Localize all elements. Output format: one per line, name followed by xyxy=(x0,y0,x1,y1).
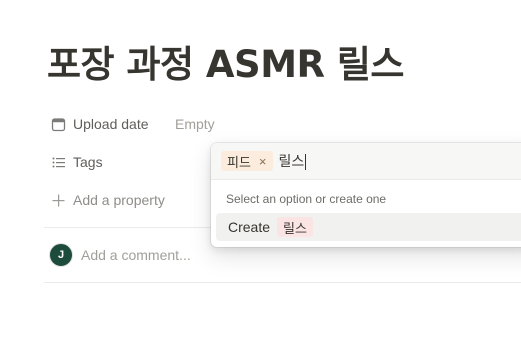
tag-chip-label: 피드 xyxy=(227,154,251,170)
upload-date-value[interactable]: Empty xyxy=(175,116,215,132)
avatar: J xyxy=(49,243,73,267)
tags-search-value: 릴스 xyxy=(278,153,305,169)
tags-search-input[interactable]: 릴스 xyxy=(279,151,307,171)
calendar-icon xyxy=(50,116,66,132)
tags-input-area[interactable]: 피드 × 릴스 xyxy=(211,143,521,180)
add-property-label: Add a property xyxy=(73,192,165,208)
comment-row: J Add a comment... xyxy=(49,243,191,267)
tag-chip-feed: 피드 × xyxy=(221,151,273,171)
create-option[interactable]: Create 릴스 xyxy=(216,213,521,241)
dropdown-hint: Select an option or create one xyxy=(226,192,387,206)
plus-icon xyxy=(50,192,66,208)
property-label-tags[interactable]: Tags xyxy=(44,147,109,177)
text-caret xyxy=(305,154,307,171)
add-property-button[interactable]: Add a property xyxy=(44,185,171,215)
list-icon xyxy=(50,154,66,170)
add-property-row: Add a property xyxy=(44,185,171,215)
page-title[interactable]: 포장 과정 ASMR 릴스 xyxy=(47,34,404,88)
property-label-upload-date[interactable]: Upload date xyxy=(44,109,155,139)
divider xyxy=(44,282,521,283)
property-label-text: Upload date xyxy=(73,116,149,132)
property-tags: Tags xyxy=(44,147,109,177)
property-upload-date: Upload date xyxy=(44,109,155,139)
create-label: Create xyxy=(228,219,271,235)
new-tag-chip: 릴스 xyxy=(277,217,313,237)
property-label-text: Tags xyxy=(73,154,103,170)
remove-tag-icon[interactable]: × xyxy=(259,154,267,169)
tags-dropdown: 피드 × 릴스 Select an option or create one C… xyxy=(211,143,521,247)
comment-input[interactable]: Add a comment... xyxy=(81,247,191,263)
